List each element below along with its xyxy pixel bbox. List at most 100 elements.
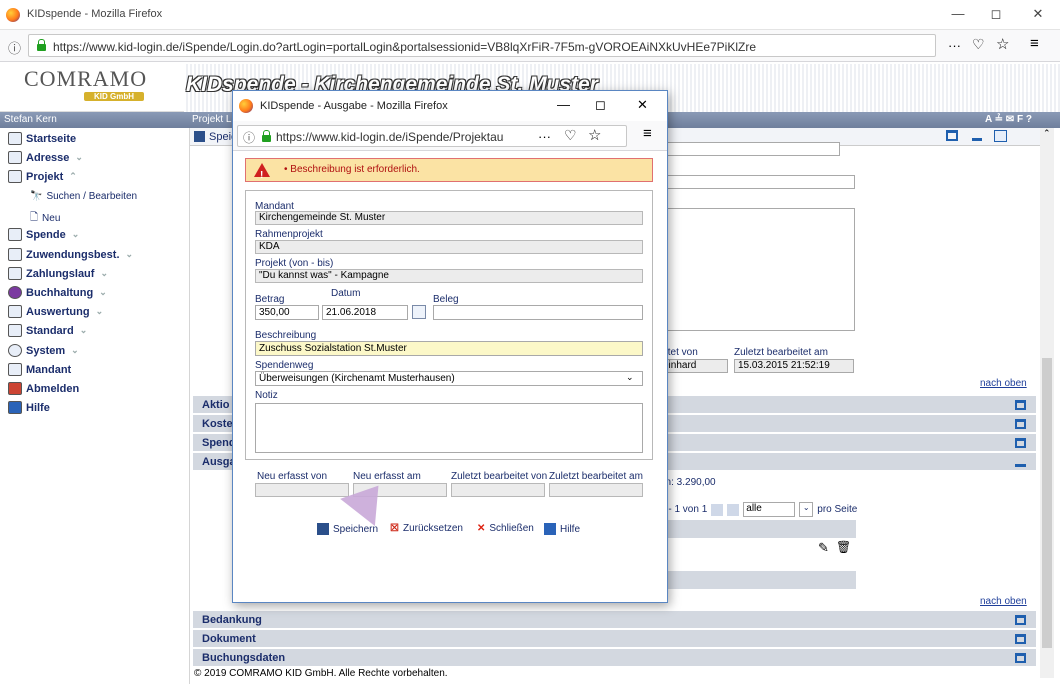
notiz-label: Notiz bbox=[255, 390, 278, 401]
restore-button[interactable]: ◻ bbox=[986, 6, 1006, 22]
sidebar-item-mandant[interactable]: Mandant bbox=[8, 363, 71, 376]
calendar-icon[interactable] bbox=[412, 305, 426, 319]
header-tools[interactable]: A ≟ ✉ F ? bbox=[985, 114, 1032, 125]
notiz-textarea[interactable] bbox=[255, 403, 643, 453]
close-button[interactable]: ✕ Schließen bbox=[477, 523, 534, 534]
payment-icon bbox=[8, 267, 22, 280]
delete-icon[interactable]: 🗑 bbox=[836, 540, 851, 554]
expand-icon[interactable] bbox=[1015, 634, 1026, 644]
firefox-icon bbox=[6, 8, 20, 22]
sidebar-item-projekt[interactable]: Projekt ⌃ bbox=[8, 170, 77, 183]
last-page-icon[interactable] bbox=[711, 503, 724, 516]
help-icon bbox=[8, 401, 22, 414]
sidebar-item-neu[interactable]: 🗋 Neu bbox=[30, 210, 60, 227]
sidebar-label: Hilfe bbox=[26, 401, 50, 414]
sidebar-label: Zahlungslauf bbox=[26, 267, 95, 280]
minimize-button[interactable]: — bbox=[948, 6, 968, 21]
sidebar-label: Buchhaltung bbox=[26, 286, 94, 299]
sidebar: Startseite Adresse ⌄ Projekt ⌃ 🔭 Suchen / B… bbox=[0, 128, 190, 684]
expand-icon[interactable] bbox=[1015, 419, 1026, 429]
binoculars-icon: 🔭 bbox=[30, 191, 43, 202]
popup-url-bar: ⓘ https://www.kid-login.de/iSpende/Proje… bbox=[233, 121, 667, 151]
chevron-down-icon: ⌄ bbox=[95, 306, 104, 316]
sidebar-item-standard[interactable]: Standard ⌄ bbox=[8, 324, 87, 337]
audit-field-4 bbox=[549, 483, 643, 497]
popup-close-button[interactable]: ✕ bbox=[637, 97, 648, 113]
audit-field-3 bbox=[451, 483, 545, 497]
end-page-icon[interactable] bbox=[727, 503, 740, 516]
pocket-icon[interactable]: ♡ bbox=[564, 127, 577, 144]
page-actions-icon[interactable]: ··· bbox=[948, 38, 961, 53]
close-label: Schließen bbox=[489, 523, 534, 534]
chevron-down-icon[interactable]: ⌄ bbox=[799, 502, 814, 517]
menu-icon[interactable]: ≡ bbox=[643, 125, 652, 142]
info-icon[interactable]: ⓘ bbox=[243, 129, 255, 146]
pager: 1 - 1 von 1 alle ⌄ pro Seite bbox=[660, 502, 857, 517]
chevron-down-icon: ⌄ bbox=[71, 229, 80, 239]
textarea-field[interactable] bbox=[660, 208, 855, 331]
sidebar-item-adresse[interactable]: Adresse ⌄ bbox=[8, 151, 83, 164]
select-field[interactable] bbox=[660, 142, 840, 156]
reset-button[interactable]: ☒ Zurücksetzen bbox=[390, 523, 463, 534]
url-field[interactable]: https://www.kid-login.de/iSpende/Login.d… bbox=[28, 34, 936, 57]
sidebar-item-zuwendungsbest[interactable]: Zuwendungsbest. ⌄ bbox=[8, 248, 133, 261]
sidebar-item-abmelden[interactable]: Abmelden bbox=[8, 382, 79, 395]
close-button[interactable]: ✕ bbox=[1028, 6, 1048, 22]
sidebar-item-system[interactable]: System ⌄ bbox=[8, 344, 79, 357]
panel-title: Aktio bbox=[202, 399, 230, 411]
minimize-icon[interactable] bbox=[972, 138, 982, 141]
scrollbar-thumb[interactable] bbox=[1042, 358, 1052, 648]
bookmark-star-icon[interactable]: ☆ bbox=[996, 35, 1009, 53]
expand-icon[interactable] bbox=[1015, 615, 1026, 625]
sidebar-item-hilfe[interactable]: Hilfe bbox=[8, 401, 50, 414]
panel-bedankung[interactable]: Bedankung bbox=[193, 611, 1036, 629]
chevron-up-icon: ⌃ bbox=[69, 171, 77, 181]
back-icon[interactable]: ⓘ bbox=[8, 38, 21, 57]
sidebar-item-spende[interactable]: Spende ⌄ bbox=[8, 228, 79, 241]
save-button[interactable]: Speichern bbox=[317, 523, 378, 535]
sidebar-item-buchhaltung[interactable]: Buchhaltung ⌄ bbox=[8, 286, 107, 299]
sidebar-label: Abmelden bbox=[26, 382, 80, 395]
expand-icon[interactable] bbox=[1015, 653, 1026, 663]
sidebar-item-suchen[interactable]: 🔭 Suchen / Bearbeiten bbox=[30, 191, 137, 202]
betrag-input[interactable]: 350,00 bbox=[255, 305, 319, 320]
nach-oben-link[interactable]: nach oben bbox=[980, 378, 1027, 389]
pocket-icon[interactable]: ♡ bbox=[972, 36, 985, 53]
scroll-up-icon[interactable]: ⌃ bbox=[1043, 128, 1051, 139]
sidebar-item-auswertung[interactable]: Auswertung ⌄ bbox=[8, 305, 103, 318]
zuletzt-field: 15.03.2015 21:52:19 bbox=[734, 359, 854, 373]
sidebar-label: Auswertung bbox=[26, 305, 90, 318]
panel-buchungsdaten[interactable]: Buchungsdaten bbox=[193, 649, 1036, 667]
menu-icon[interactable]: ≡ bbox=[1030, 35, 1039, 52]
text-field[interactable] bbox=[660, 175, 855, 189]
panel-dokument[interactable]: Dokument bbox=[193, 630, 1036, 648]
datum-input[interactable]: 21.06.2018 bbox=[322, 305, 408, 320]
collapse-icon[interactable] bbox=[1015, 464, 1026, 467]
reset-label: Zurücksetzen bbox=[402, 523, 463, 534]
popup-restore-button[interactable]: ◻ bbox=[595, 97, 606, 113]
page-size-select[interactable]: alle bbox=[743, 502, 796, 517]
sidebar-item-zahlungslauf[interactable]: Zahlungslauf ⌄ bbox=[8, 267, 108, 280]
window-restore-icon[interactable] bbox=[946, 130, 958, 141]
beleg-input[interactable] bbox=[433, 305, 643, 320]
page-actions-icon[interactable]: ··· bbox=[538, 129, 551, 144]
sidebar-item-startseite[interactable]: Startseite bbox=[8, 132, 76, 145]
betrag-label: Betrag bbox=[255, 294, 285, 305]
main-scrollbar[interactable]: ⌃ bbox=[1040, 128, 1054, 678]
expand-icon[interactable] bbox=[1015, 400, 1026, 410]
expand-icon[interactable] bbox=[1015, 438, 1026, 448]
panel-title: Buchungsdaten bbox=[202, 652, 286, 664]
nach-oben-link-2[interactable]: nach oben bbox=[980, 596, 1027, 607]
edit-icon[interactable]: ✎ bbox=[818, 540, 829, 556]
spendenweg-select[interactable]: Überweisungen (Kirchenamt Musterhausen) bbox=[255, 371, 643, 386]
popup-url-field[interactable]: ⓘ https://www.kid-login.de/iSpende/Proje… bbox=[237, 125, 627, 147]
chevron-down-icon[interactable]: ⌄ bbox=[626, 372, 634, 383]
popup-title: KIDspende - Ausgabe - Mozilla Firefox bbox=[260, 100, 448, 112]
popup-minimize-button[interactable]: — bbox=[557, 97, 570, 112]
beschreibung-input[interactable]: Zuschuss Sozialstation St.Muster bbox=[255, 341, 643, 356]
bookmark-star-icon[interactable]: ☆ bbox=[588, 126, 601, 144]
next-icon[interactable] bbox=[994, 130, 1007, 142]
save-label: Speichern bbox=[333, 523, 379, 535]
help-button[interactable]: Hilfe bbox=[544, 523, 580, 535]
panel-title: Ausga bbox=[202, 456, 236, 468]
